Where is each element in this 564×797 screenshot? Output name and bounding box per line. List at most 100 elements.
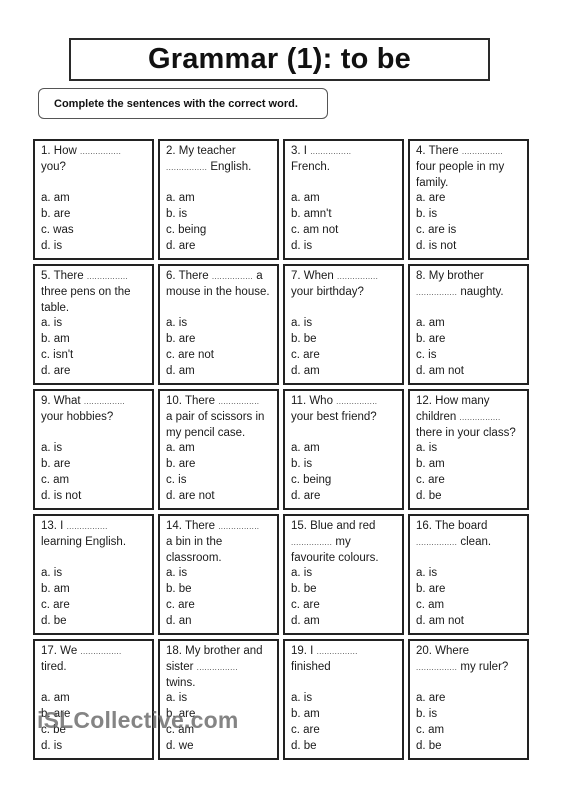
question-line: ................ English. bbox=[166, 160, 252, 173]
answer-option: c. am bbox=[416, 598, 445, 611]
answer-options: a. are b. is c. am d. be bbox=[416, 691, 523, 754]
answer-option: a. is bbox=[166, 317, 188, 330]
question-box: 1. How ................ you? a. am b. are c.… bbox=[33, 139, 154, 260]
answer-option: d. be bbox=[416, 489, 442, 502]
question-box: 19. I ................ finished a. is b. am… bbox=[283, 639, 404, 760]
question-line: mouse in the house. bbox=[166, 285, 270, 298]
answer-option: a. am bbox=[166, 192, 195, 205]
question-stem: 20. Where ................ my ruler? bbox=[416, 644, 523, 691]
question-line: 5. There ................ bbox=[41, 270, 128, 282]
answer-options: a. am b. is c. being d. are bbox=[291, 441, 398, 504]
question-line: a pair of scissors in bbox=[166, 410, 265, 423]
answer-option: b. am bbox=[41, 583, 70, 596]
answer-options: a. is b. are c. am d. is not bbox=[41, 441, 148, 504]
question-line: you? bbox=[41, 160, 66, 173]
answer-option: c. are bbox=[291, 598, 320, 611]
answer-options: a. am b. is c. being d. are bbox=[166, 191, 273, 254]
answer-option: d. is not bbox=[416, 239, 457, 252]
answer-option: c. are bbox=[291, 348, 320, 361]
answer-option: b. are bbox=[41, 208, 71, 221]
worksheet-title-box: Grammar (1): to be bbox=[69, 38, 490, 81]
answer-option: a. am bbox=[291, 442, 320, 455]
answer-option: a. is bbox=[41, 442, 63, 455]
answer-option: c. am bbox=[416, 723, 445, 736]
answer-option: c. is bbox=[416, 348, 437, 361]
answer-options: a. is b. be c. are d. am bbox=[291, 316, 398, 379]
answer-option: a. am bbox=[41, 192, 70, 205]
answer-option: a. is bbox=[291, 567, 313, 580]
answer-blank: ................ bbox=[218, 522, 260, 531]
answer-option: a. are bbox=[416, 192, 446, 205]
answer-option: b. am bbox=[41, 333, 70, 346]
answer-option: d. is bbox=[41, 239, 63, 252]
question-line: your hobbies? bbox=[41, 410, 114, 423]
question-line: ................ my bbox=[291, 535, 351, 548]
answer-option: c. are not bbox=[166, 348, 214, 361]
answer-option: d. we bbox=[166, 739, 194, 752]
question-box: 12. How many children ................ the… bbox=[408, 389, 529, 510]
answer-options: a. is b. be c. are d. am bbox=[291, 566, 398, 629]
answer-options: a. are b. is c. are is d. is not bbox=[416, 191, 523, 254]
answer-blank: ................ bbox=[416, 537, 458, 547]
answer-options: a. am b. are c. was d. is bbox=[41, 191, 148, 254]
question-stem: 3. I ................ French. bbox=[291, 144, 398, 191]
answer-blank: ................ bbox=[316, 647, 358, 656]
answer-options: a. is b. are c. are not d. am bbox=[166, 316, 273, 379]
question-stem: 18. My brother and sister ...............… bbox=[166, 644, 273, 691]
question-line: 11. Who ................ bbox=[291, 395, 378, 407]
question-stem: 9. What ................ your hobbies? bbox=[41, 394, 148, 441]
question-box: 16. The board ................ clean. a. i… bbox=[408, 514, 529, 635]
answer-option: a. am bbox=[416, 317, 445, 330]
answer-option: c. isn't bbox=[41, 348, 74, 361]
answer-option: d. are bbox=[166, 239, 196, 252]
question-box: 18. My brother and sister ...............… bbox=[158, 639, 279, 760]
question-box: 13. I ................ learning English. a… bbox=[33, 514, 154, 635]
question-line: there in your class? bbox=[416, 426, 516, 439]
question-stem: 17. We ................ tired. bbox=[41, 644, 148, 691]
answer-option: b. am bbox=[416, 458, 445, 471]
question-line: sister ................ bbox=[166, 660, 238, 673]
answer-option: c. are is bbox=[416, 223, 457, 236]
question-box: 7. When ................ your birthday? a.… bbox=[283, 264, 404, 385]
answer-option: a. am bbox=[291, 192, 320, 205]
answer-options: a. is b. be c. are d. an bbox=[166, 566, 273, 629]
question-stem: 11. Who ................ your best friend… bbox=[291, 394, 398, 441]
answer-options: a. am b. are c. is d. are not bbox=[166, 441, 273, 504]
question-stem: 14. There ................ a bin in the cl… bbox=[166, 519, 273, 566]
answer-option: b. be bbox=[291, 333, 317, 346]
answer-option: b. am bbox=[291, 708, 320, 721]
question-line: 14. There ................ bbox=[166, 520, 260, 532]
question-stem: 6. There ................ a mouse in the … bbox=[166, 269, 273, 316]
question-line: your birthday? bbox=[291, 285, 364, 298]
answer-option: d. am bbox=[166, 364, 195, 377]
answer-option: b. are bbox=[166, 458, 196, 471]
answer-option: c. am bbox=[166, 723, 195, 736]
answer-option: d. an bbox=[166, 614, 192, 627]
question-box: 5. There ................ three pens on t… bbox=[33, 264, 154, 385]
question-line: 16. The board bbox=[416, 520, 488, 532]
question-line: family. bbox=[416, 176, 449, 189]
answer-option: d. am bbox=[291, 364, 320, 377]
answer-options: a. is b. am c. are d. be bbox=[416, 441, 523, 504]
answer-blank: ................ bbox=[416, 287, 458, 297]
answer-blank: ................ bbox=[459, 412, 501, 422]
answer-option: a. am bbox=[41, 692, 70, 705]
answer-option: d. be bbox=[291, 739, 317, 752]
question-box: 6. There ................ a mouse in the … bbox=[158, 264, 279, 385]
question-box: 10. There ................ a pair of scis… bbox=[158, 389, 279, 510]
answer-blank: ................ bbox=[416, 662, 458, 672]
answer-blank: ................ bbox=[211, 272, 253, 281]
question-box: 4. There ................ four people in … bbox=[408, 139, 529, 260]
question-line: 18. My brother and bbox=[166, 645, 263, 657]
answer-option: d. are bbox=[41, 364, 71, 377]
answer-options: a. is b. am c. are d. be bbox=[41, 566, 148, 629]
question-line: 9. What ................ bbox=[41, 395, 125, 407]
answer-option: a. is bbox=[41, 317, 63, 330]
answer-option: b. are bbox=[166, 333, 196, 346]
worksheet-title: Grammar (1): to be bbox=[147, 43, 412, 75]
answer-option: a. is bbox=[166, 567, 188, 580]
answer-option: d. am bbox=[291, 614, 320, 627]
question-stem: 5. There ................ three pens on t… bbox=[41, 269, 148, 316]
instruction-box: Complete the sentences with the correct … bbox=[38, 88, 328, 119]
answer-option: d. am not bbox=[416, 614, 464, 627]
